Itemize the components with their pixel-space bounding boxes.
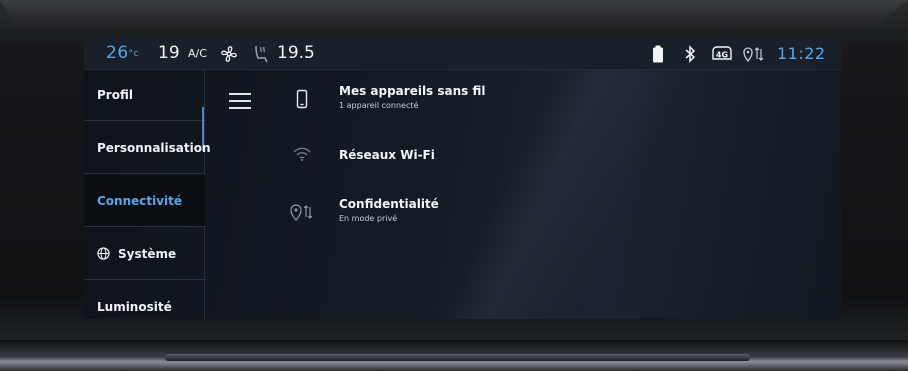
driver-temperature[interactable]: 26°c [106, 43, 139, 63]
infotainment-screen: 26°c 19 A/C 19.5 4G 11:22 Profil Personn… [84, 38, 841, 319]
passenger-temperature[interactable]: 19.5 [277, 43, 315, 63]
menu-item-luminosite[interactable]: Luminosité [84, 281, 206, 319]
row-wifi-title[interactable]: Réseaux Wi-Fi [339, 148, 435, 162]
driver-temp-value: 26 [106, 43, 129, 63]
privacy-location-icon [290, 204, 313, 222]
battery-icon [653, 45, 663, 63]
menu-item-label: Profil [97, 87, 133, 102]
globe-icon [97, 247, 110, 260]
menu-item-label: Luminosité [97, 300, 172, 314]
fan-icon[interactable] [220, 45, 238, 63]
status-bar: 26°c 19 A/C 19.5 4G 11:22 [84, 38, 841, 70]
row-privacy-title[interactable]: Confidentialité [339, 197, 439, 211]
passenger-temp-value: 19.5 [277, 43, 315, 63]
row-wireless-devices-title[interactable]: Mes appareils sans fil [339, 84, 486, 98]
hamburger-menu-icon[interactable] [229, 93, 251, 109]
clock: 11:22 [777, 44, 826, 63]
menu-item-label: Système [118, 246, 177, 261]
menu-item-label: Personnalisation [97, 140, 211, 155]
fan-level[interactable]: 19 [158, 43, 180, 63]
network-label: 4G [716, 51, 728, 60]
row-wireless-devices-subtitle: 1 appareil connecté [339, 101, 419, 110]
menu-item-personnalisation[interactable]: Personnalisation [84, 122, 211, 174]
menu-item-label: Connectivité [97, 193, 183, 208]
menu-item-systeme[interactable]: Système [84, 228, 206, 280]
bezel-trim [165, 354, 750, 361]
row-privacy-subtitle: En mode privé [339, 214, 398, 223]
menu-item-profil[interactable]: Profil [84, 69, 206, 121]
bezel-top [0, 0, 908, 30]
4g-icon: 4G [712, 46, 732, 60]
bluetooth-icon [685, 45, 696, 63]
wifi-icon [293, 147, 311, 161]
driver-temp-unit: °c [128, 49, 140, 59]
location-share-icon [743, 47, 764, 63]
ac-label[interactable]: A/C [188, 47, 207, 60]
phone-icon [296, 89, 308, 109]
menu-item-connectivite[interactable]: Connectivité [84, 175, 206, 227]
seat-heat-icon[interactable] [252, 44, 270, 64]
settings-menu: Profil Personnalisation Connectivité Sys… [84, 69, 211, 319]
